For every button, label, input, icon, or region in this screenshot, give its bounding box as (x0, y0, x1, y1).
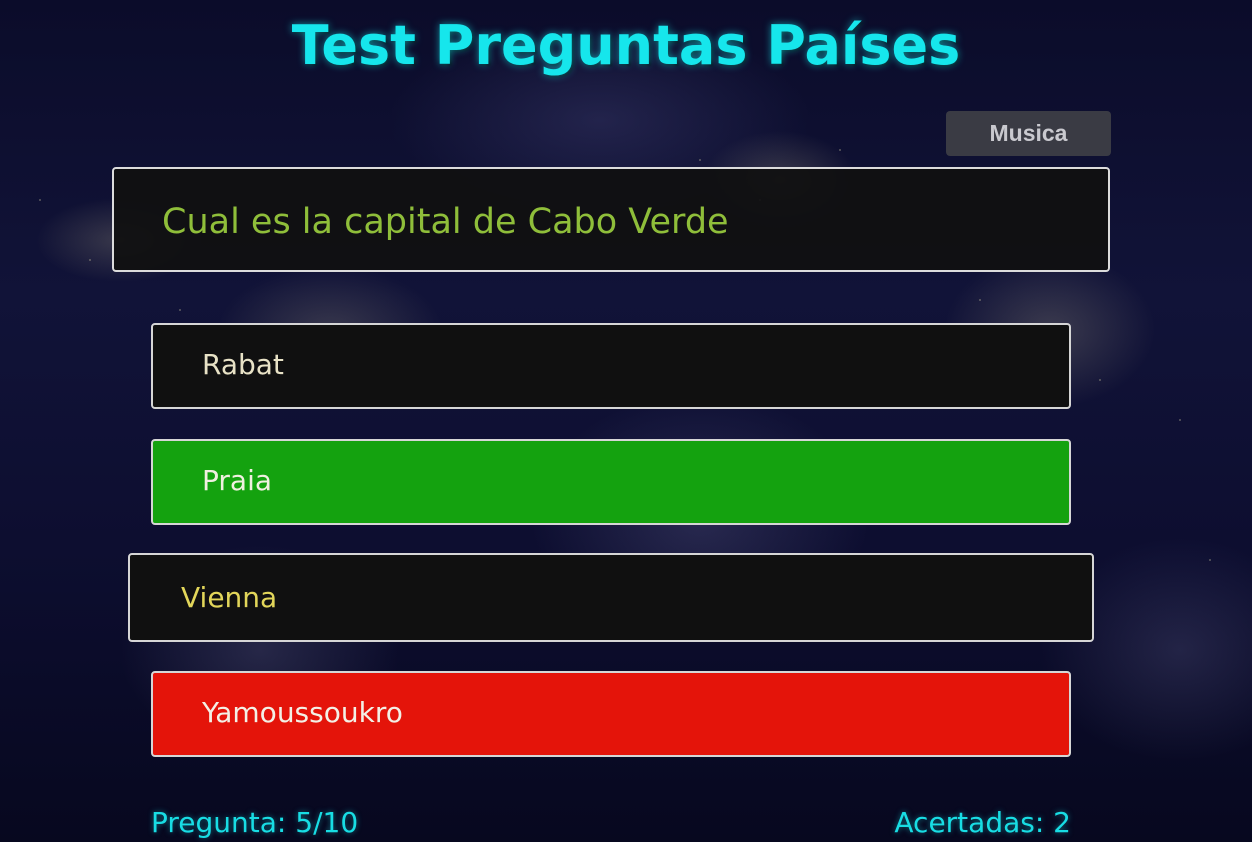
answer-option-1[interactable]: Rabat (151, 323, 1071, 409)
question-text: Cual es la capital de Cabo Verde (162, 202, 729, 242)
question-progress: Pregunta: 5/10 (151, 806, 359, 839)
page-title: Test Preguntas Países (291, 14, 961, 77)
answer-option-2[interactable]: Praia (151, 439, 1071, 525)
question-box: Cual es la capital de Cabo Verde (112, 167, 1110, 272)
answer-label: Vienna (181, 581, 278, 614)
answer-option-4[interactable]: Yamoussoukro (151, 671, 1071, 757)
music-button[interactable]: Musica (946, 111, 1111, 156)
answer-label: Praia (202, 464, 272, 497)
answer-label: Yamoussoukro (202, 696, 403, 729)
correct-count: Acertadas: 2 (894, 806, 1071, 839)
answer-label: Rabat (202, 348, 284, 381)
answer-option-3[interactable]: Vienna (128, 553, 1094, 642)
